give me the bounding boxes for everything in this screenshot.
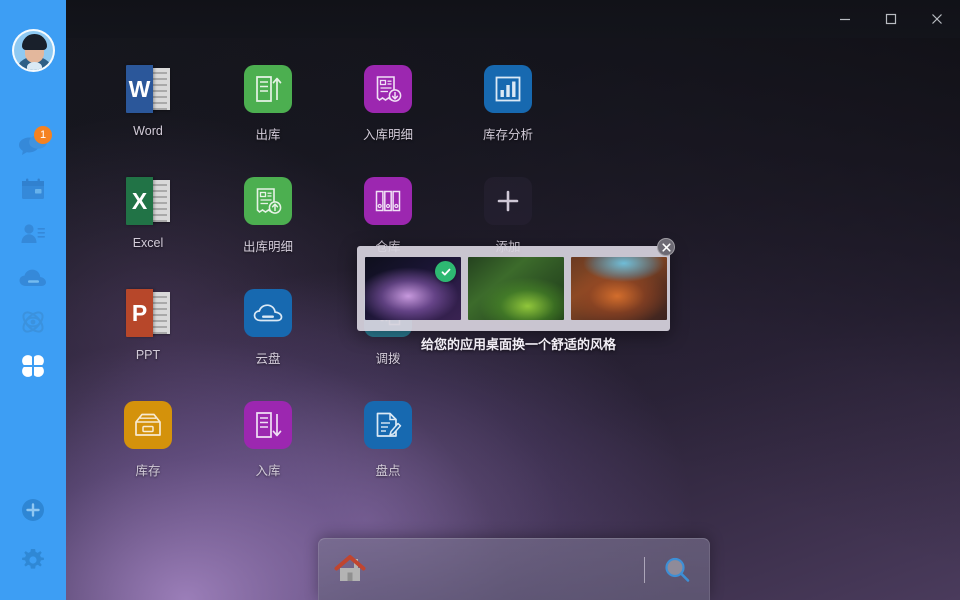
settings-gear-icon (22, 549, 44, 569)
warehouse-icon (364, 177, 412, 225)
search-divider (644, 556, 645, 583)
app-item-ppt[interactable]: P PPT (100, 289, 196, 362)
theme-thumbnail-purple-nebula[interactable] (365, 257, 461, 320)
app-item-warehouse[interactable]: 仓库 (340, 177, 436, 255)
stock-icon (124, 401, 172, 449)
theme-picker-popup (357, 246, 670, 331)
app-label: 入库 (255, 464, 281, 478)
sidebar-item-cloud[interactable] (0, 256, 66, 300)
cloud-disk-app-icon (244, 289, 292, 337)
sidebar-item-contacts[interactable] (0, 212, 66, 256)
app-label: 出库明细 (242, 240, 293, 254)
add-app-icon (484, 177, 532, 225)
sidebar-item-apps[interactable] (0, 344, 66, 388)
word-letter: W (126, 65, 153, 113)
theme-thumbnail-orange-bloom[interactable] (571, 257, 667, 320)
atom-eye-icon (22, 311, 44, 333)
app-item-stock[interactable]: 库存 (100, 401, 196, 479)
app-label: Excel (132, 236, 164, 250)
app-label: Word (133, 124, 163, 138)
app-label: PPT (135, 348, 161, 362)
search-bar (318, 538, 710, 600)
contacts-icon (21, 224, 45, 243)
app-item-excel[interactable]: X Excel (100, 177, 196, 250)
sidebar-item-chat[interactable]: 1 (0, 124, 66, 168)
maximize-button[interactable] (868, 0, 914, 38)
app-label: 调拨 (375, 352, 401, 366)
user-avatar[interactable] (11, 29, 55, 72)
app-item-inbound[interactable]: 入库 (220, 401, 316, 479)
app-item-outbound[interactable]: 出库 (220, 65, 316, 143)
avatar-hair (21, 34, 47, 50)
app-label: 盘点 (375, 464, 401, 478)
theme-picker-caption: 给您的应用桌面换一个舒适的风格 (421, 338, 617, 353)
cloud-disk-icon (19, 269, 46, 286)
search-input[interactable] (377, 555, 627, 585)
outbound-detail-icon (244, 177, 292, 225)
app-label: 库存分析 (482, 128, 533, 142)
chat-badge: 1 (34, 126, 52, 144)
word-icon: W (124, 65, 172, 113)
close-button[interactable] (914, 0, 960, 38)
app-item-word[interactable]: W Word (100, 65, 196, 138)
home-button[interactable] (331, 550, 371, 590)
powerpoint-icon: P (124, 289, 172, 337)
theme-thumbnail-green-leaf[interactable] (468, 257, 564, 320)
theme-popup-close-button[interactable] (657, 238, 675, 256)
app-item-add[interactable]: 添加 (460, 177, 556, 255)
title-bar (66, 0, 960, 38)
app-window: 1 W Word 出库 入库明细 库存分析 X Excel 出库明细 P PPT… (0, 0, 960, 600)
inbound-detail-icon (364, 65, 412, 113)
home-icon (334, 554, 366, 581)
app-item-inventory-analysis[interactable]: 库存分析 (460, 65, 556, 143)
app-item-inbound-detail[interactable]: 入库明细 (340, 65, 436, 143)
app-item-outbound-detail[interactable]: 出库明细 (220, 177, 316, 255)
selected-check-icon (435, 261, 456, 282)
apps-grid-icon (22, 355, 44, 377)
app-item-stocktake[interactable]: 盘点 (340, 401, 436, 479)
app-label: 出库 (255, 128, 281, 142)
minimize-button[interactable] (822, 0, 868, 38)
avatar-collar (26, 62, 42, 70)
sidebar-item-settings[interactable] (0, 538, 66, 582)
app-label: 入库明细 (362, 128, 413, 142)
app-item-cloud-disk[interactable]: 云盘 (220, 289, 316, 367)
excel-letter: X (126, 177, 153, 225)
outbound-icon (244, 65, 292, 113)
inbound-icon (244, 401, 292, 449)
app-label: 库存 (135, 464, 161, 478)
ppt-letter: P (126, 289, 153, 337)
sidebar-item-discover[interactable] (0, 300, 66, 344)
stocktake-icon (364, 401, 412, 449)
search-button[interactable] (657, 550, 697, 590)
app-label: 云盘 (255, 352, 281, 366)
calendar-icon (22, 178, 44, 199)
search-icon (665, 557, 690, 582)
excel-icon: X (124, 177, 172, 225)
add-circle-icon (22, 499, 44, 521)
left-sidebar: 1 (0, 0, 66, 600)
sidebar-item-add[interactable] (0, 488, 66, 532)
inventory-analysis-icon (484, 65, 532, 113)
sidebar-item-calendar[interactable] (0, 168, 66, 212)
